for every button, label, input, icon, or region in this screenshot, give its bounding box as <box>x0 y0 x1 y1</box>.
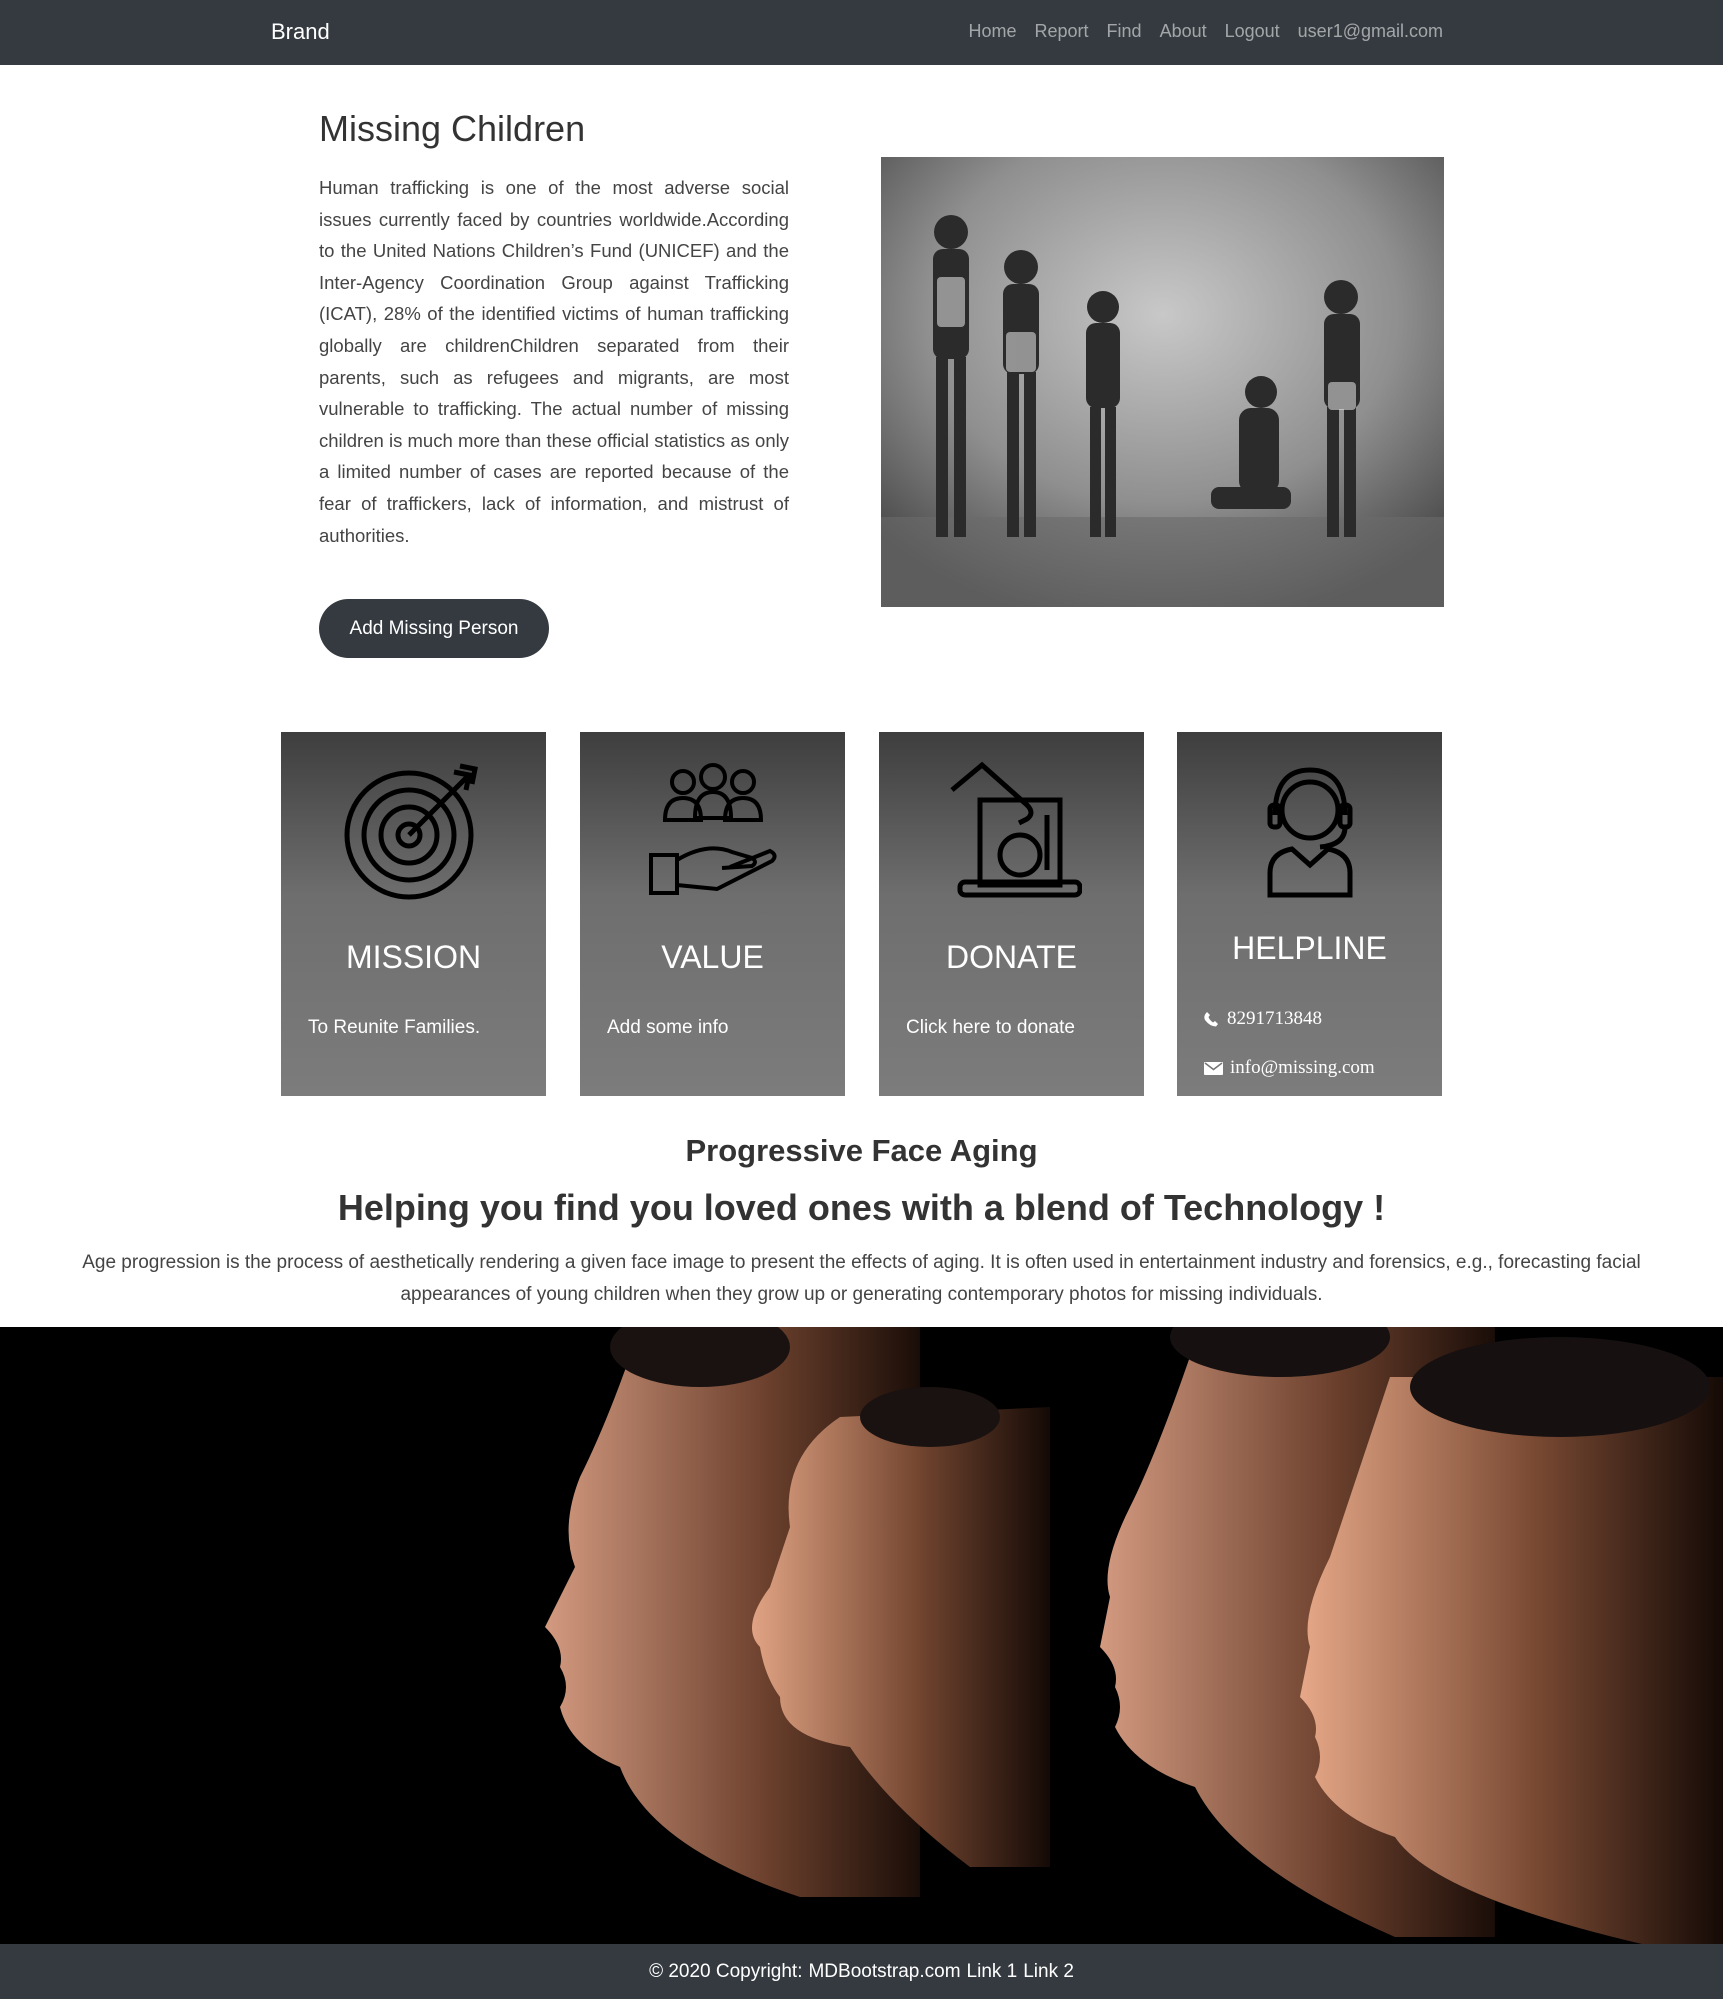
nav-links: Home Report Find About Logout user1@gmai… <box>951 21 1444 42</box>
footer-link-1[interactable]: Link 1 <box>967 1961 1018 1983</box>
value-card: VALUE Add some info <box>580 732 845 1096</box>
nav-about[interactable]: About <box>1160 21 1207 42</box>
section-description: Age progression is the process of aesthe… <box>82 1252 1641 1305</box>
navbar: Brand Home Report Find About Logout user… <box>0 0 1723 65</box>
email-address: info@missing.com <box>1230 1057 1375 1078</box>
helpline-phone[interactable]: 8291713848 <box>1204 1008 1322 1030</box>
nav-home[interactable]: Home <box>969 21 1017 42</box>
value-text: Add some info <box>607 1017 729 1038</box>
brand-logo[interactable]: Brand <box>271 19 330 45</box>
mission-text: To Reunite Families. <box>308 1017 481 1038</box>
phone-icon <box>1204 1012 1218 1027</box>
donation-box-icon <box>949 761 1082 898</box>
helpline-card: HELPLINE 8291713848 info@missing.com <box>1177 732 1442 1096</box>
nav-user-email[interactable]: user1@gmail.com <box>1298 21 1443 42</box>
target-icon <box>344 763 478 900</box>
envelope-icon <box>1204 1061 1223 1075</box>
footer-copyright: © 2020 Copyright: <box>649 1960 803 1982</box>
helpline-email[interactable]: info@missing.com <box>1204 1057 1375 1079</box>
people-hand-icon <box>648 763 777 895</box>
hero-description: Human trafficking is one of the most adv… <box>319 177 789 546</box>
donate-title: DONATE <box>946 939 1077 975</box>
nav-find[interactable]: Find <box>1107 21 1142 42</box>
mission-title: MISSION <box>345 939 482 975</box>
footer: © 2020 Copyright: MDBootstrap.com Link 1… <box>0 1944 1723 1999</box>
section-subtitle: Progressive Face Aging <box>685 1133 1038 1168</box>
footer-link-2[interactable]: Link 2 <box>1023 1961 1074 1983</box>
footer-site-link[interactable]: MDBootstrap.com <box>808 1961 960 1983</box>
helpline-title: HELPLINE <box>1232 930 1387 966</box>
phone-number: 8291713848 <box>1227 1008 1322 1029</box>
page-title: Missing Children <box>319 108 586 149</box>
face-aging-image <box>0 1327 1723 1944</box>
donate-link[interactable]: Click here to donate <box>906 1017 1075 1039</box>
add-missing-person-button[interactable]: Add Missing Person <box>319 599 549 658</box>
nav-report[interactable]: Report <box>1035 21 1089 42</box>
mission-card: MISSION To Reunite Families. <box>281 732 546 1096</box>
section-title: Helping you find you loved ones with a b… <box>337 1187 1386 1228</box>
headset-agent-icon <box>1267 767 1352 898</box>
value-title: VALUE <box>661 939 764 975</box>
children-photo <box>881 157 1444 607</box>
nav-logout[interactable]: Logout <box>1225 21 1280 42</box>
donate-card: DONATE Click here to donate <box>879 732 1144 1096</box>
